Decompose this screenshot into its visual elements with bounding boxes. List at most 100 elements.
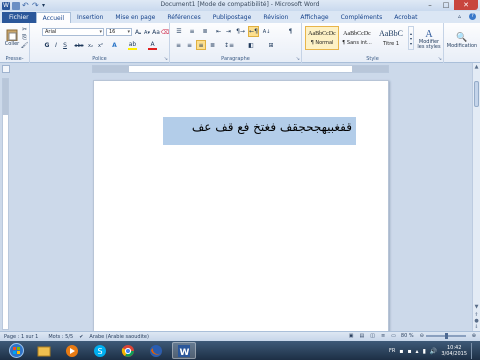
increase-indent-icon[interactable]: ⇥ [224,27,233,36]
tab-page-layout[interactable]: Mise en page [109,12,161,23]
view-draft-icon[interactable]: ▭ [391,333,396,339]
show-marks-icon[interactable]: ¶ [286,27,295,36]
style-heading-1[interactable]: AaBbC Titre 1 [374,26,408,50]
cut-icon[interactable]: ✂ [21,26,28,33]
font-dialog-launcher-icon[interactable]: ↘ [164,56,168,62]
font-size-combo[interactable]: 16 ▾ [106,28,132,36]
font-color-icon[interactable]: A [148,41,157,50]
change-styles-button[interactable]: A Modifier les styles [415,25,443,53]
strikethrough-icon[interactable]: abc [74,41,84,50]
close-button[interactable]: ✕ [454,0,478,10]
tab-acrobat[interactable]: Acrobat [388,12,423,23]
view-reading-icon[interactable]: ▤ [359,333,364,339]
borders-icon[interactable]: ⊞ [266,41,276,50]
help-icon[interactable]: ? [469,13,476,20]
italic-button[interactable]: I [52,41,60,50]
input-language[interactable]: FR [389,348,395,354]
view-outline-icon[interactable]: ≡ [381,333,385,339]
language-indicator[interactable]: Arabe (Arabie saoudite) [89,334,149,340]
maximize-button[interactable]: □ [438,0,454,10]
taskbar-skype[interactable]: S [88,342,112,359]
highlight-icon[interactable]: ab [128,41,137,50]
word-count[interactable]: Mots : 5/5 [48,334,73,340]
vertical-scrollbar[interactable]: ▲ ▼ ⇑ ● ⇓ [472,63,480,331]
sort-icon[interactable]: A↓ [262,27,271,36]
styles-scroll-icon[interactable]: ▴ ▾ ▾ [408,26,414,50]
change-case-icon[interactable]: Aa [152,28,160,36]
paragraph-dialog-launcher-icon[interactable]: ↘ [296,56,300,62]
scroll-down-icon[interactable]: ▼ [473,304,480,311]
rtl-direction-icon[interactable]: ←¶ [248,26,259,37]
taskbar-chrome[interactable] [116,342,140,359]
style-normal[interactable]: AaBbCcDc ¶ Normal [305,26,339,50]
bullets-icon[interactable]: ☰ [174,27,184,36]
start-button[interactable] [4,342,28,359]
multilevel-list-icon[interactable]: ≣ [200,27,210,36]
tab-file[interactable]: Fichier [2,12,36,23]
zoom-out-icon[interactable]: ⊖ [420,333,424,339]
next-page-icon[interactable]: ⇓ [473,324,480,331]
tray-app-icon[interactable]: ▪ [407,348,411,355]
style-no-spacing[interactable]: AaBbCcDc ¶ Sans int... [340,26,374,50]
grow-font-icon[interactable]: A ▴ [134,28,142,36]
tab-mailings[interactable]: Publipostage [207,12,258,23]
ruler-toggle-icon[interactable] [2,65,10,73]
chrome-icon [121,344,134,357]
decrease-indent-icon[interactable]: ⇤ [214,27,223,36]
styles-dialog-launcher-icon[interactable]: ↘ [438,56,442,62]
show-hidden-icons-icon[interactable]: ▴ [416,348,419,355]
paste-button[interactable]: Coller [3,25,21,49]
document-text[interactable]: قفغبيهجحجقف فغتخ فع قف عف [163,117,356,145]
tab-review[interactable]: Révision [257,12,294,23]
tab-view[interactable]: Affichage [294,12,334,23]
editing-button[interactable]: 🔍 Modification [446,27,478,55]
clock[interactable]: 10:42 3/04/2015 [441,345,467,357]
scrollbar-thumb[interactable] [474,81,479,107]
view-print-layout-icon[interactable]: ▣ [349,333,354,339]
tab-home[interactable]: Accueil [35,12,72,23]
binoculars-icon: 🔍 [456,33,468,43]
tray-app-icon[interactable]: ▪ [399,348,403,355]
page-count[interactable]: Page : 1 sur 1 [4,334,38,340]
format-painter-icon[interactable]: 🖌 [21,42,29,49]
shading-icon[interactable]: ◧ [246,41,256,50]
tab-references[interactable]: Références [161,12,206,23]
text-effects-icon[interactable]: A [110,41,119,50]
underline-button[interactable]: S [61,41,69,50]
tab-insert[interactable]: Insertion [71,12,109,23]
show-desktop-button[interactable] [471,343,476,359]
zoom-level[interactable]: 80 % [401,333,414,339]
justify-icon[interactable]: ≣ [208,41,217,50]
vertical-ruler[interactable] [2,78,9,330]
volume-icon[interactable]: 🔊 [430,348,437,355]
horizontal-ruler[interactable] [92,65,389,73]
proofing-icon[interactable]: ✔ [79,334,83,340]
scroll-up-icon[interactable]: ▲ [473,64,480,71]
tab-addins[interactable]: Compléments [335,12,389,23]
shrink-font-icon[interactable]: A▾ [143,29,151,37]
view-web-icon[interactable]: ◫ [370,333,375,339]
taskbar-explorer[interactable] [32,342,56,359]
taskbar-media[interactable] [60,342,84,359]
bold-button[interactable]: G [43,41,51,50]
editing-group: 🔍 Modification [444,23,480,63]
clear-format-icon[interactable]: ⌫ [161,28,169,36]
zoom-in-icon[interactable]: ⊕ [472,333,476,339]
line-spacing-icon[interactable]: ↕≡ [224,41,234,50]
subscript-icon[interactable]: x₂ [86,41,95,50]
zoom-slider[interactable] [425,333,466,339]
minimize-button[interactable]: – [422,0,438,10]
taskbar-firefox[interactable] [144,342,168,359]
minimize-ribbon-icon[interactable]: ▵ [458,13,465,20]
ltr-direction-icon[interactable]: ¶→ [236,27,245,36]
font-name-combo[interactable]: Arial ▾ [42,28,104,36]
network-icon[interactable]: ▮ [423,348,426,355]
taskbar-word[interactable]: W [172,342,196,359]
align-center-icon[interactable]: ≡ [185,41,194,50]
align-left-icon[interactable]: ≡ [174,41,183,50]
copy-icon[interactable]: ⎘ [21,34,28,41]
zoom-slider-knob[interactable] [444,333,448,339]
superscript-icon[interactable]: x² [96,41,105,50]
align-right-icon[interactable]: ≡ [196,40,206,50]
numbering-icon[interactable]: ≡ [187,27,197,36]
